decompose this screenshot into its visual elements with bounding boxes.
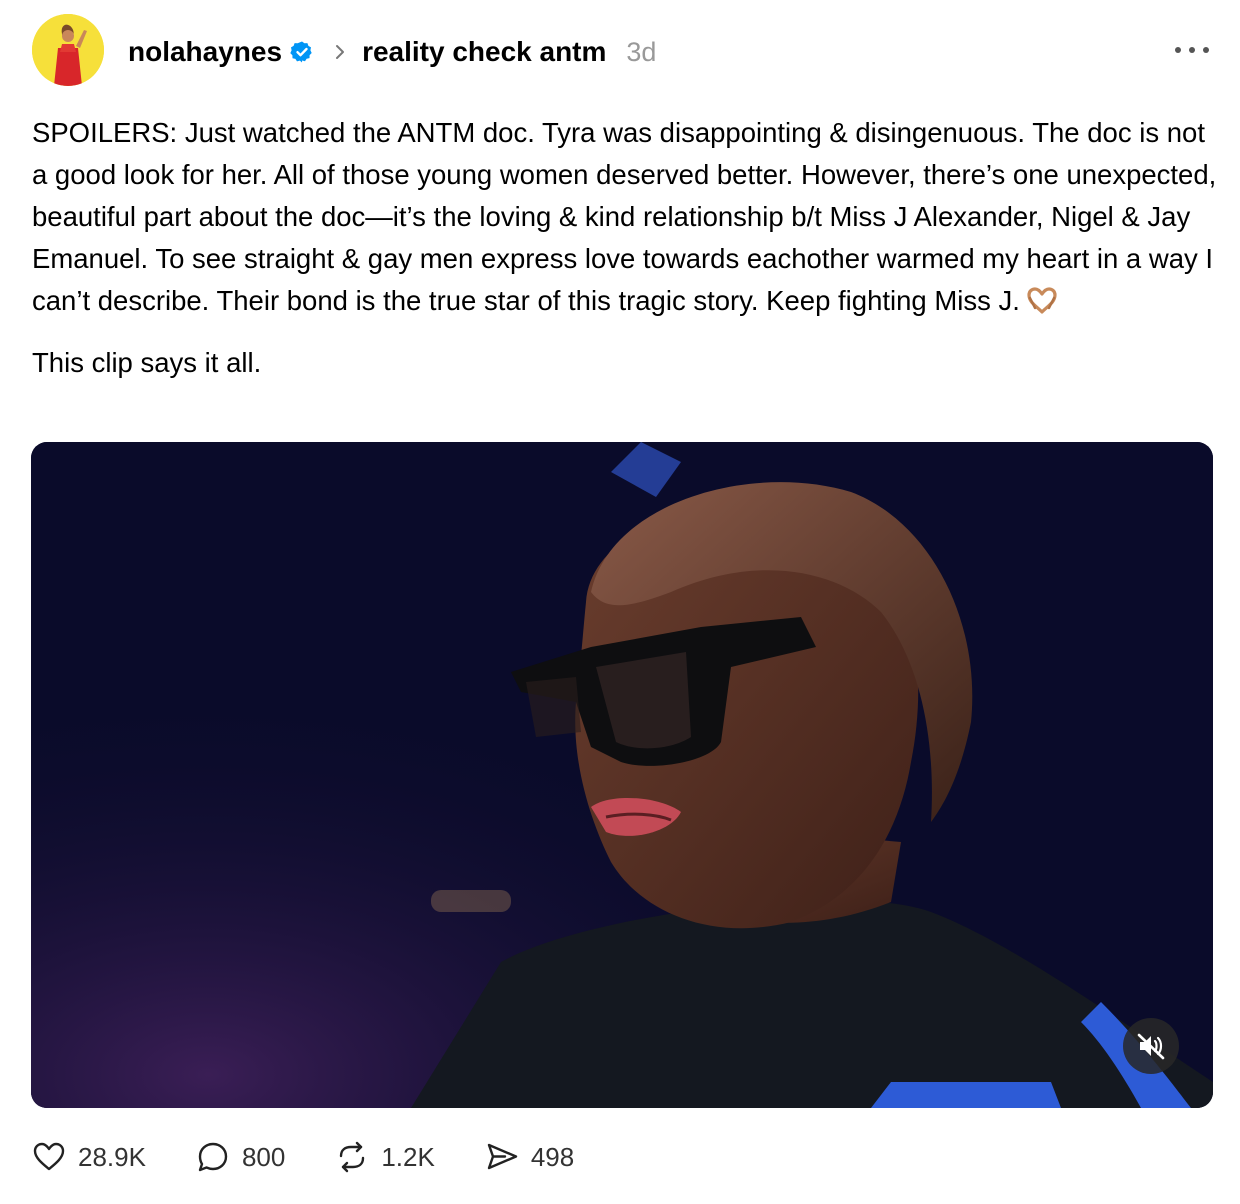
heart-hands-emoji-icon xyxy=(1026,286,1058,314)
username-link[interactable]: nolahaynes xyxy=(128,36,282,68)
post-paragraph: SPOILERS: Just watched the ANTM doc. Tyr… xyxy=(32,112,1217,322)
reply-button[interactable]: 800 xyxy=(196,1140,285,1174)
post-header: nolahaynes reality check antm 3d xyxy=(32,14,1212,86)
like-count: 28.9K xyxy=(78,1141,146,1172)
like-button[interactable]: 28.9K xyxy=(32,1140,146,1174)
community-link[interactable]: reality check antm xyxy=(362,36,606,68)
chevron-right-icon xyxy=(332,42,348,62)
video-player[interactable] xyxy=(31,442,1213,1108)
speaker-muted-icon xyxy=(1137,1033,1165,1060)
share-button[interactable]: 498 xyxy=(485,1140,574,1174)
verified-badge-icon xyxy=(290,40,314,64)
repost-count: 1.2K xyxy=(381,1141,435,1172)
header-line: nolahaynes reality check antm 3d xyxy=(128,32,656,72)
mute-button[interactable] xyxy=(1123,1018,1179,1074)
share-icon xyxy=(487,1143,518,1170)
post-timestamp: 3d xyxy=(626,36,657,67)
post-paragraph: This clip says it all. xyxy=(32,347,262,378)
reply-count: 800 xyxy=(241,1141,286,1172)
more-options-icon[interactable] xyxy=(1172,40,1212,60)
video-frame xyxy=(31,442,1213,1108)
repost-button[interactable]: 1.2K xyxy=(335,1140,435,1174)
share-count: 498 xyxy=(530,1141,575,1172)
avatar[interactable] xyxy=(32,14,104,86)
post-body: SPOILERS: Just watched the ANTM doc. Tyr… xyxy=(32,112,1217,384)
action-bar: 28.9K 800 1.2K 498 xyxy=(32,1134,624,1180)
repost-icon xyxy=(340,1141,365,1173)
post-card: nolahaynes reality check antm 3d SPOILER… xyxy=(0,0,1240,1204)
comment-icon xyxy=(198,1142,228,1172)
heart-icon xyxy=(33,1142,65,1171)
